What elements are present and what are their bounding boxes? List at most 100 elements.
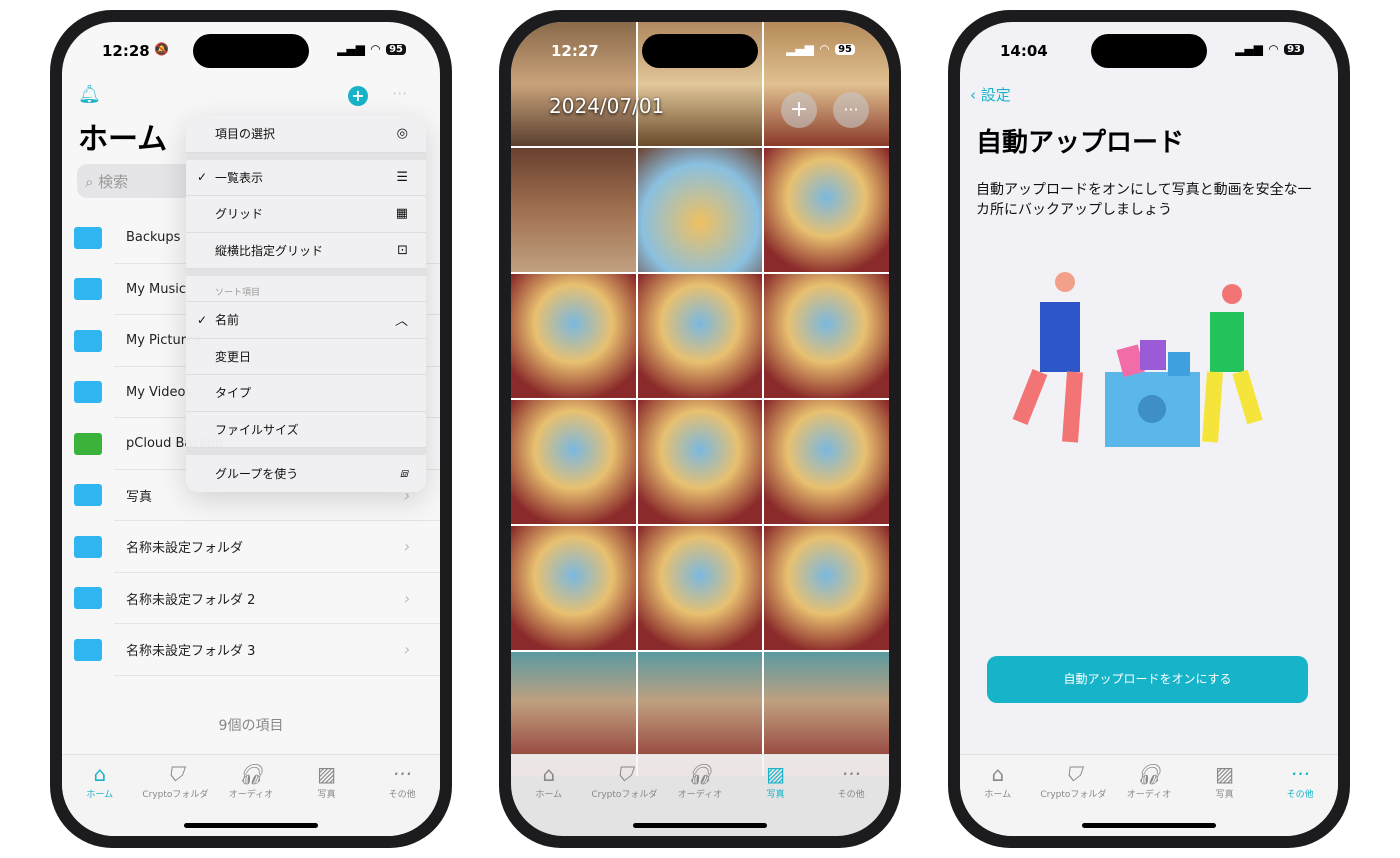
- add-button[interactable]: +: [781, 92, 817, 128]
- shield-lock-icon: ⛉: [1065, 762, 1081, 786]
- menu-list-view[interactable]: ✓ 一覧表示 ☰: [186, 160, 426, 196]
- menu-aspect-grid[interactable]: 縦横比指定グリッド ⊡: [186, 233, 426, 269]
- battery: 95: [386, 43, 406, 55]
- folder-icon: [74, 535, 102, 558]
- checkmark-icon: ✓: [197, 312, 208, 327]
- folder-icon: [74, 638, 102, 661]
- item-count: 9個の項目: [218, 718, 284, 734]
- photo-thumbnail[interactable]: [764, 274, 889, 398]
- menu-sort-type[interactable]: タイプ: [186, 375, 426, 412]
- folder-icon: [74, 278, 102, 301]
- menu-use-groups[interactable]: グループを使う ⧈: [186, 455, 426, 492]
- back-button[interactable]: ‹ 設定: [970, 84, 1011, 105]
- group-icon: ⧈: [399, 465, 408, 481]
- illustration: [1012, 272, 1263, 447]
- view-menu: 項目の選択 ◎ ✓ 一覧表示 ☰ グリッド ▦ 縦横比指定グリッド ⊡ ソート項目 ✓ 名前…: [186, 116, 426, 492]
- more-icon: ···: [841, 762, 861, 786]
- back-label: 設定: [980, 86, 1011, 104]
- tab-label: ホーム: [984, 790, 1012, 800]
- folder-name: 名称未設定フォルダ: [126, 541, 244, 557]
- photo-thumbnail[interactable]: [511, 400, 636, 524]
- more-icon[interactable]: ···: [392, 84, 407, 103]
- enable-auto-upload-button[interactable]: 自動アップロードをオンにする: [987, 656, 1308, 703]
- tab-label: オーディオ: [228, 790, 274, 800]
- folder-icon: [74, 329, 102, 352]
- headphones-icon: 🎧︎: [687, 762, 713, 786]
- phone-photos: 12:27 ▂▄▆ ◠ 95 2024/07/01 + ··· ⌂ ホーム ⛉ Crypt…: [499, 10, 901, 848]
- photo-thumbnail[interactable]: [764, 22, 889, 146]
- aspect-icon: ⊡: [397, 242, 408, 258]
- folder-name: Backups: [126, 230, 181, 246]
- tab-home[interactable]: ⌂ ホーム: [514, 761, 584, 836]
- menu-label: 項目の選択: [215, 127, 276, 142]
- folder-row[interactable]: 名称未設定フォルダ 2 ›: [62, 573, 440, 625]
- folder-name: 写真: [126, 489, 153, 505]
- tab-label: 写真: [1215, 790, 1234, 800]
- photos-icon: ▨: [317, 762, 337, 786]
- menu-label: タイプ: [215, 386, 252, 401]
- tab-more[interactable]: ··· その他: [367, 761, 437, 836]
- tab-home[interactable]: ⌂ ホーム: [65, 761, 135, 836]
- signal-icon: ▂▄▆: [786, 42, 814, 56]
- folder-name: My Videos: [126, 384, 193, 400]
- photos-icon: ▨: [1215, 762, 1235, 786]
- home-indicator: [633, 823, 767, 828]
- photo-thumbnail[interactable]: [637, 526, 763, 650]
- menu-sort-name[interactable]: ✓ 名前 ︿: [186, 302, 426, 339]
- photo-thumbnail[interactable]: [764, 400, 889, 524]
- tab-label: オーディオ: [677, 790, 723, 800]
- dynamic-island: [1091, 34, 1207, 68]
- signal-icon: ▂▄▆: [337, 42, 365, 56]
- page-title: ホーム: [78, 122, 168, 157]
- folder-icon: [74, 381, 102, 404]
- photo-thumbnail[interactable]: [511, 526, 636, 650]
- folder-icon: [74, 484, 102, 507]
- more-icon: ···: [392, 762, 412, 786]
- menu-sort-modified[interactable]: 変更日: [186, 339, 426, 375]
- battery: 95: [835, 43, 855, 55]
- tab-label: その他: [388, 790, 416, 800]
- photo-thumbnail[interactable]: [637, 148, 763, 272]
- description: 自動アップロードをオンにして写真と動画を安全な一カ所にバックアップしましょう: [976, 182, 1312, 218]
- photo-thumbnail[interactable]: [511, 274, 636, 398]
- menu-grid-view[interactable]: グリッド ▦: [186, 196, 426, 233]
- tab-home[interactable]: ⌂ ホーム: [963, 761, 1033, 836]
- menu-label: グリッド: [215, 207, 264, 222]
- time: 12:27: [551, 42, 599, 60]
- photo-grid: [511, 22, 889, 776]
- bell-icon[interactable]: 🔔︎: [78, 84, 101, 105]
- menu-label: 名前: [215, 313, 240, 328]
- dynamic-island: [193, 34, 309, 68]
- phone-auto-upload: 14:04 ▂▄▆ ◠ 93 ‹ 設定 自動アップロード 自動アップロードをオンにして…: [948, 10, 1350, 848]
- bell-slash-icon: 🔕: [154, 42, 169, 56]
- photo-thumbnail[interactable]: [637, 274, 763, 398]
- chevron-right-icon: ›: [403, 537, 410, 557]
- folder-row[interactable]: 名称未設定フォルダ ›: [62, 521, 440, 573]
- search-placeholder: 検索: [98, 173, 129, 191]
- menu-label: 一覧表示: [215, 170, 264, 185]
- photo-thumbnail[interactable]: [511, 148, 636, 272]
- add-button[interactable]: +: [348, 86, 368, 106]
- menu-label: グループを使う: [215, 466, 299, 481]
- date-header: 2024/07/01: [549, 94, 665, 118]
- photo-thumbnail[interactable]: [764, 148, 889, 272]
- checkmark-icon: ✓: [197, 170, 208, 185]
- menu-select-items[interactable]: 項目の選択 ◎: [186, 116, 426, 153]
- tab-label: オーディオ: [1126, 790, 1172, 800]
- tab-more[interactable]: ··· その他: [816, 761, 886, 836]
- tab-label: 写真: [766, 790, 785, 800]
- photo-thumbnail[interactable]: [637, 400, 763, 524]
- more-button[interactable]: ···: [833, 92, 869, 128]
- folder-row[interactable]: 名称未設定フォルダ 3 ›: [62, 624, 440, 676]
- photo-thumbnail[interactable]: [764, 526, 889, 650]
- menu-sort-size[interactable]: ファイルサイズ: [186, 412, 426, 448]
- grid-icon: ▦: [395, 206, 408, 222]
- headphones-icon: 🎧︎: [238, 762, 264, 786]
- tab-label: Cryptoフォルダ: [591, 790, 658, 800]
- tab-label: ホーム: [86, 790, 114, 800]
- tab-more[interactable]: ··· その他: [1265, 761, 1335, 836]
- chevron-right-icon: ›: [403, 588, 410, 608]
- photo-thumbnail[interactable]: [511, 22, 636, 146]
- menu-label: 変更日: [215, 349, 252, 364]
- check-circle-icon: ◎: [396, 126, 408, 142]
